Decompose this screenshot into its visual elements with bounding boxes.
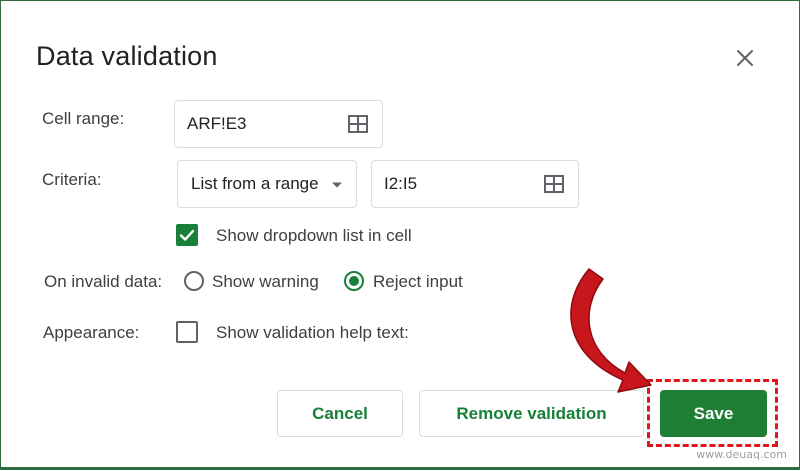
close-button[interactable] bbox=[732, 45, 758, 71]
radio-show-warning[interactable] bbox=[184, 271, 204, 291]
caret-down-icon bbox=[332, 182, 342, 188]
cell-range-value: ARF!E3 bbox=[187, 114, 247, 133]
criteria-range-input[interactable]: I2:I5 bbox=[371, 160, 579, 208]
criteria-type-select[interactable]: List from a range bbox=[177, 160, 357, 208]
radio-reject-input[interactable] bbox=[344, 271, 364, 291]
dialog-title: Data validation bbox=[36, 41, 218, 71]
help-text-label: Show validation help text: bbox=[216, 323, 409, 342]
appearance-label: Appearance: bbox=[43, 323, 140, 342]
invalid-data-label: On invalid data: bbox=[44, 272, 163, 291]
close-icon bbox=[737, 50, 753, 66]
reject-input-label: Reject input bbox=[373, 272, 463, 291]
criteria-label: Criteria: bbox=[42, 170, 102, 189]
help-text-checkbox[interactable] bbox=[176, 321, 198, 343]
show-dropdown-label: Show dropdown list in cell bbox=[216, 226, 412, 245]
cell-range-label: Cell range: bbox=[42, 109, 125, 128]
grid-icon[interactable] bbox=[347, 113, 369, 135]
show-warning-label: Show warning bbox=[212, 272, 319, 291]
watermark: www.deuaq.com bbox=[696, 448, 787, 461]
cancel-button[interactable]: Cancel bbox=[277, 390, 403, 437]
show-dropdown-checkbox[interactable] bbox=[176, 224, 198, 246]
criteria-range-value: I2:I5 bbox=[384, 174, 418, 193]
remove-validation-button[interactable]: Remove validation bbox=[419, 390, 644, 437]
cell-range-input[interactable]: ARF!E3 bbox=[174, 100, 383, 148]
save-button[interactable]: Save bbox=[660, 390, 767, 437]
criteria-type-value: List from a range bbox=[191, 174, 319, 193]
dialog-frame: Data validation Cell range: ARF!E3 Crite… bbox=[0, 0, 800, 470]
grid-icon[interactable] bbox=[543, 173, 565, 195]
check-icon bbox=[179, 229, 195, 241]
